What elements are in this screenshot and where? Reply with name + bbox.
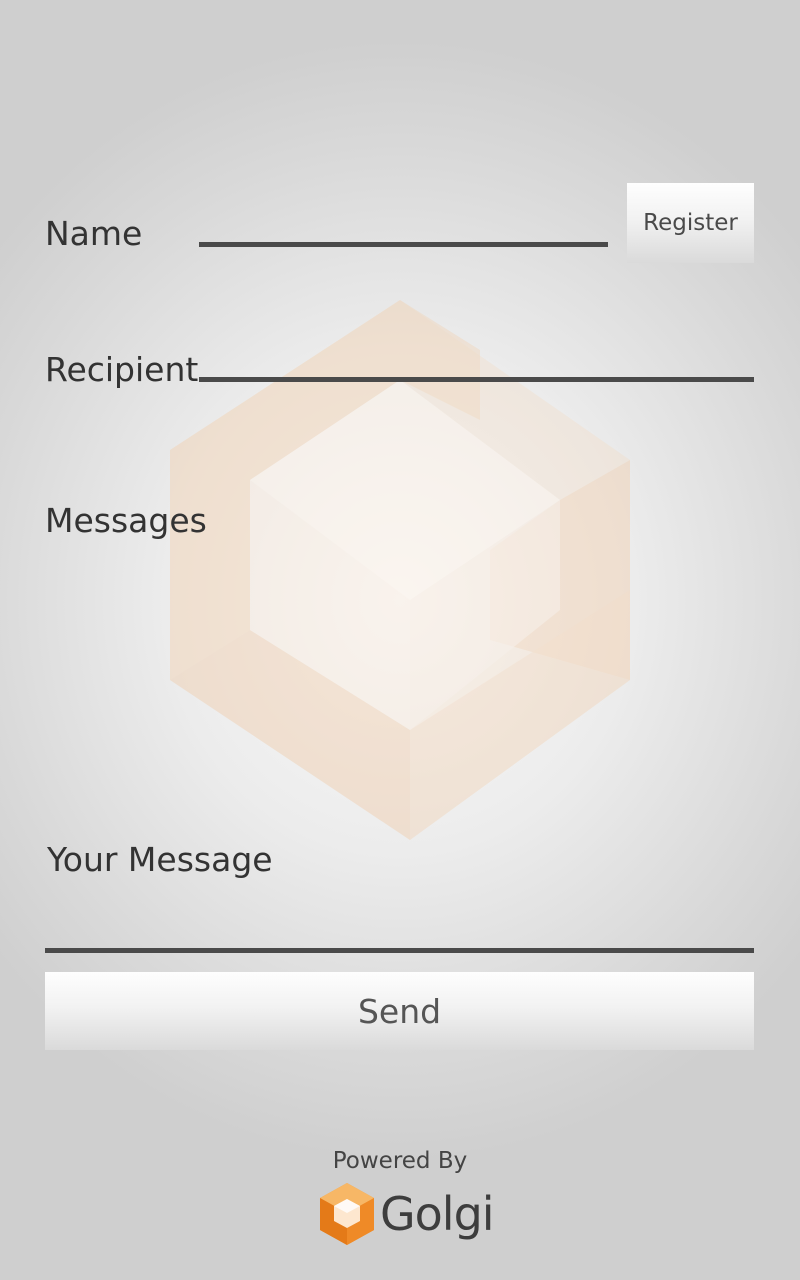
recipient-label: Recipient	[45, 350, 199, 389]
golgi-logo: Golgi	[318, 1180, 495, 1248]
golgi-brand-text: Golgi	[380, 1187, 495, 1241]
messages-list[interactable]	[45, 560, 754, 820]
name-label: Name	[45, 214, 143, 253]
powered-by-text: Powered By	[332, 1148, 468, 1174]
messages-label: Messages	[45, 501, 207, 540]
recipient-input[interactable]	[199, 344, 754, 382]
your-message-input[interactable]	[45, 915, 754, 953]
your-message-label: Your Message	[47, 840, 273, 879]
register-button[interactable]: Register	[627, 183, 754, 263]
golgi-cube-icon	[320, 1183, 374, 1245]
name-input[interactable]	[199, 209, 608, 247]
send-button[interactable]: Send	[45, 972, 754, 1050]
